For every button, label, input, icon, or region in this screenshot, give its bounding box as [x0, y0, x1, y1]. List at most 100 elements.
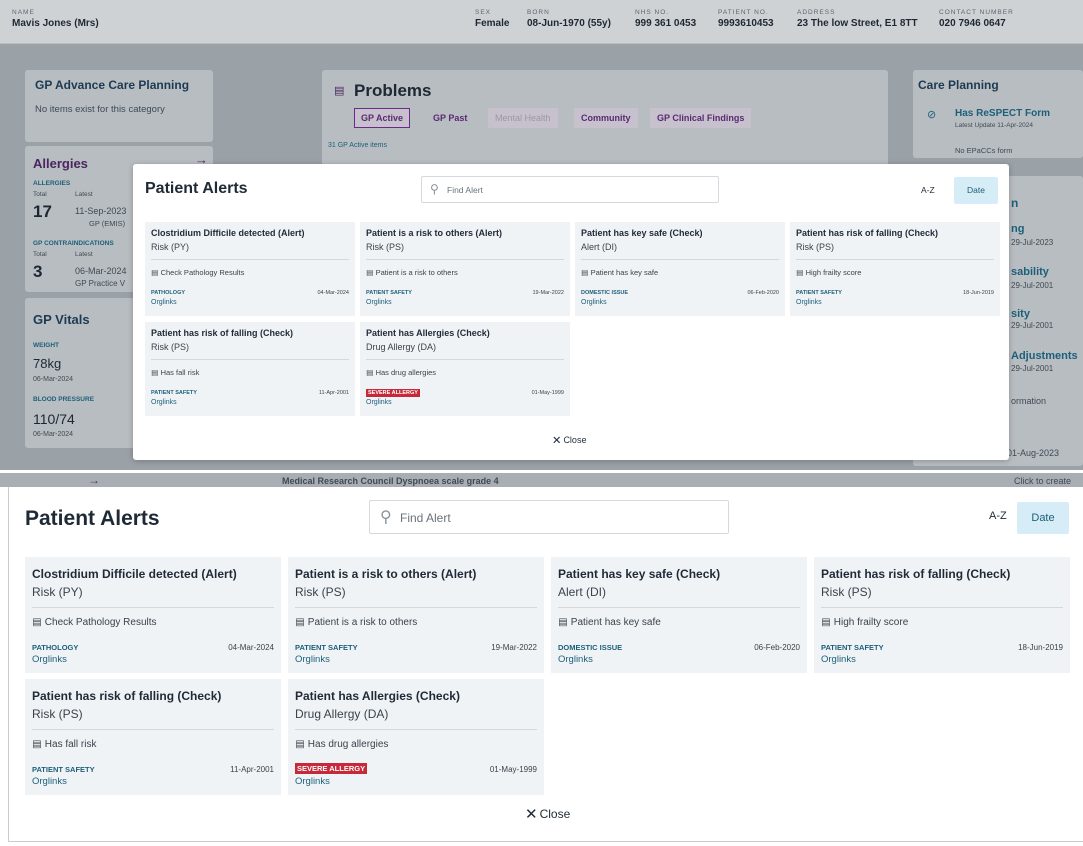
- orglinks-link[interactable]: Orglinks: [32, 654, 67, 665]
- alert-category: PATIENT SAFETY: [366, 290, 412, 296]
- note-icon: ▤: [796, 268, 804, 277]
- alert-category: PATIENT SAFETY: [821, 643, 884, 652]
- alert-category: DOMESTIC ISSUE: [558, 643, 623, 652]
- note-icon: ▤: [295, 617, 305, 628]
- divider: [32, 729, 274, 730]
- sort-az-button[interactable]: A-Z: [989, 510, 1007, 522]
- alert-card[interactable]: Patient has Allergies (Check) Drug Aller…: [360, 322, 570, 416]
- tab-gp-past[interactable]: GP Past: [426, 108, 474, 128]
- divider: [796, 259, 994, 260]
- alert-card[interactable]: Patient is a risk to others (Alert) Risk…: [360, 222, 570, 316]
- divider: [295, 729, 537, 730]
- alert-card[interactable]: Patient has Allergies (Check) Drug Aller…: [288, 679, 544, 795]
- note-icon: ▤: [558, 617, 568, 628]
- close-button[interactable]: ✕ Close: [525, 805, 570, 823]
- banner-address: ADDRESS 23 The low Street, E1 8TT: [797, 9, 918, 29]
- find-alert-input[interactable]: ⚲ Find Alert: [369, 500, 729, 534]
- divider: [151, 359, 349, 360]
- divider: [581, 259, 779, 260]
- alert-date: 19-Mar-2022: [532, 290, 565, 296]
- note-icon: ▤: [32, 739, 42, 750]
- orglinks-link[interactable]: Orglinks: [366, 399, 392, 406]
- find-alert-input[interactable]: ⚲ Find Alert: [421, 176, 719, 203]
- alert-card[interactable]: Patient has risk of falling (Check) Risk…: [25, 679, 281, 795]
- vitals-panel: GP Vitals WEIGHT 78kg 06-Mar-2024 BLOOD …: [25, 298, 135, 448]
- tab-gp-active[interactable]: GP Active: [354, 108, 411, 128]
- note-icon: ▤: [151, 268, 159, 277]
- alert-date: 04-Mar-2024: [228, 643, 274, 652]
- banner-nhs: NHS NO. 999 361 0453: [635, 9, 697, 29]
- orglinks-link[interactable]: Orglinks: [295, 776, 330, 787]
- divider: [32, 607, 274, 608]
- alert-date: 01-May-1999: [489, 765, 537, 774]
- orglinks-link[interactable]: Orglinks: [796, 299, 822, 306]
- patient-banner: NAME Mavis Jones (Mrs) SEX Female BORN 0…: [0, 0, 1083, 44]
- note-icon: ▤: [366, 368, 374, 377]
- alert-date: 18-Jun-2019: [963, 290, 994, 296]
- problems-panel: ▤ Problems GP Active GP Past Mental Heal…: [322, 70, 888, 170]
- alert-date: 04-Mar-2024: [317, 290, 350, 296]
- divider: [295, 607, 537, 608]
- check-circle-icon: ⊘: [927, 109, 937, 121]
- alert-card[interactable]: Patient has key safe (Check) Alert (DI) …: [551, 557, 807, 673]
- divider: [366, 259, 564, 260]
- alert-card[interactable]: Patient has risk of falling (Check) Risk…: [145, 322, 355, 416]
- close-icon: ✕: [552, 435, 562, 447]
- note-icon: ▤: [32, 617, 42, 628]
- orglinks-link[interactable]: Orglinks: [151, 299, 177, 306]
- alert-category: PATIENT SAFETY: [796, 290, 842, 296]
- sort-date-button[interactable]: Date: [1017, 502, 1069, 534]
- alert-date: 11-Apr-2001: [318, 390, 349, 396]
- alert-date: 01-May-1999: [531, 390, 564, 396]
- alert-category: PATIENT SAFETY: [295, 643, 358, 652]
- note-icon: ▤: [821, 617, 831, 628]
- sort-az-button[interactable]: A-Z: [921, 185, 935, 195]
- alert-category: PATIENT SAFETY: [32, 765, 95, 774]
- arrow-right-icon: →: [88, 473, 100, 487]
- note-icon: ▤: [295, 739, 305, 750]
- alert-date: 06-Feb-2020: [754, 643, 800, 652]
- alert-date: 06-Feb-2020: [747, 290, 780, 296]
- banner-sex: SEX Female: [475, 9, 510, 29]
- tab-mental-health[interactable]: Mental Health: [488, 108, 558, 128]
- alert-category: PATHOLOGY: [32, 643, 79, 652]
- orglinks-link[interactable]: Orglinks: [821, 654, 856, 665]
- orglinks-link[interactable]: Orglinks: [151, 399, 177, 406]
- orglinks-link[interactable]: Orglinks: [32, 776, 67, 787]
- care-planning-panel: Care Planning ⊘ Has ReSPECT Form Latest …: [913, 70, 1083, 158]
- alert-card[interactable]: Patient is a risk to others (Alert) Risk…: [288, 557, 544, 673]
- close-icon: ✕: [525, 806, 538, 823]
- alert-card[interactable]: Patient has risk of falling (Check) Risk…: [814, 557, 1070, 673]
- note-icon: ▤: [151, 368, 159, 377]
- alert-date: 11-Apr-2001: [230, 765, 274, 774]
- alert-category: PATHOLOGY: [151, 290, 186, 296]
- banner-contact: CONTACT NUMBER 020 7946 0647: [939, 9, 1014, 29]
- banner-born: BORN 08-Jun-1970 (55y): [527, 9, 611, 29]
- sort-date-button[interactable]: Date: [954, 177, 998, 204]
- alert-card[interactable]: Patient has risk of falling (Check) Risk…: [790, 222, 1000, 316]
- divider: [151, 259, 349, 260]
- alert-category: DOMESTIC ISSUE: [581, 290, 629, 296]
- tab-community[interactable]: Community: [574, 108, 638, 128]
- alert-card[interactable]: Clostridium Difficile detected (Alert) R…: [25, 557, 281, 673]
- close-button[interactable]: ✕ Close: [552, 434, 586, 447]
- orglinks-link[interactable]: Orglinks: [366, 299, 392, 306]
- advance-care-panel: GP Advance Care Planning No items exist …: [25, 70, 213, 142]
- orglinks-link[interactable]: Orglinks: [581, 299, 607, 306]
- note-icon: ▤: [366, 268, 374, 277]
- tab-gp-clinical-findings[interactable]: GP Clinical Findings: [650, 108, 752, 128]
- alert-card[interactable]: Patient has key safe (Check) Alert (DI) …: [575, 222, 785, 316]
- orglinks-link[interactable]: Orglinks: [295, 654, 330, 665]
- patient-alerts-modal: Patient Alerts ⚲ Find Alert A-Z Date Clo…: [133, 164, 1009, 460]
- search-icon: ⚲: [380, 509, 392, 526]
- orglinks-link[interactable]: Orglinks: [558, 654, 593, 665]
- modal-title: Patient Alerts: [145, 180, 248, 197]
- divider: [821, 607, 1063, 608]
- alert-date: 18-Jun-2019: [1018, 643, 1063, 652]
- alert-category-severe: SEVERE ALLERGY: [295, 763, 368, 774]
- alert-card[interactable]: Clostridium Difficile detected (Alert) R…: [145, 222, 355, 316]
- alert-category-severe: SEVERE ALLERGY: [366, 389, 420, 397]
- banner-patient-no: PATIENT NO. 9993610453: [718, 9, 774, 29]
- alert-date: 19-Mar-2022: [491, 643, 537, 652]
- banner-name: NAME Mavis Jones (Mrs): [12, 9, 99, 29]
